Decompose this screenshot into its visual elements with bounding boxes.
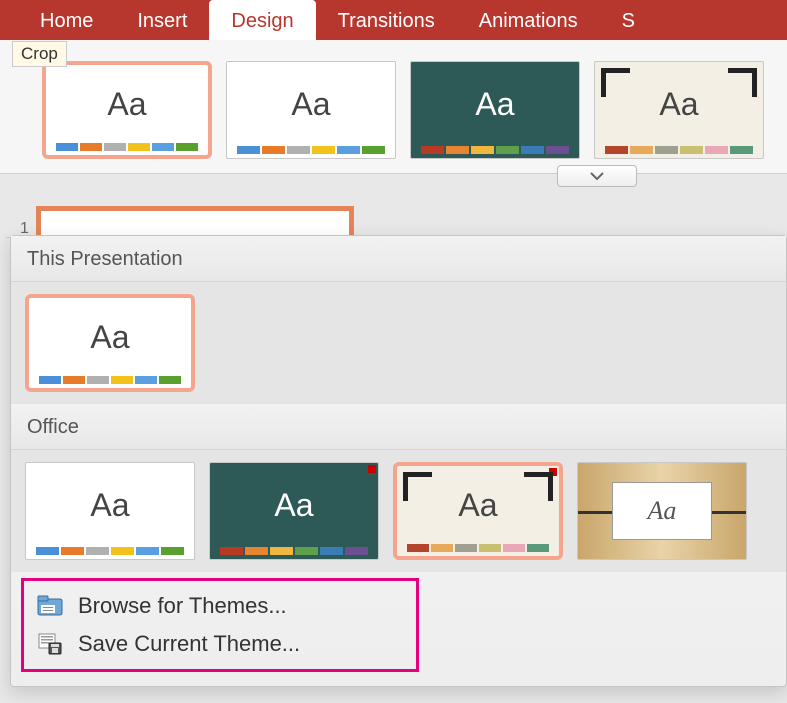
theme-preview-text: Aa [612, 482, 712, 540]
section-this-presentation-row: Aa [11, 282, 786, 404]
themes-gallery-row: Aa Aa Aa Aa [0, 40, 787, 174]
themes-expand-button[interactable] [557, 165, 637, 187]
tab-home[interactable]: Home [18, 0, 115, 40]
section-office: Office [11, 404, 786, 450]
browse-for-themes-menu[interactable]: Browse for Themes... [24, 587, 416, 625]
theme-current-presentation[interactable]: Aa [25, 294, 195, 392]
section-office-row: Aa Aa Aa Aa [11, 450, 786, 572]
chevron-down-icon [590, 171, 604, 181]
tab-animations[interactable]: Animations [457, 0, 600, 40]
theme-marker [368, 465, 376, 473]
save-icon [36, 632, 64, 656]
theme-preview-text: Aa [46, 65, 208, 143]
theme-preview-text: Aa [397, 466, 559, 544]
theme-swatches [46, 143, 208, 155]
theme-office-chalkboard[interactable]: Aa [209, 462, 379, 560]
theme-preview-text: Aa [26, 463, 194, 547]
theme-swatches [26, 547, 194, 559]
folder-icon [36, 594, 64, 618]
tab-design[interactable]: Design [209, 0, 315, 40]
theme-swatches [397, 544, 559, 556]
theme-marker [549, 468, 557, 476]
theme-preview-text: Aa [595, 62, 763, 146]
crop-tooltip: Crop [12, 41, 67, 67]
theme-office-default[interactable]: Aa [42, 61, 212, 159]
theme-office-1[interactable]: Aa [25, 462, 195, 560]
theme-office-frame[interactable]: Aa [393, 462, 563, 560]
theme-swatches [210, 547, 378, 559]
theme-preview-text: Aa [411, 62, 579, 146]
theme-preview-text: Aa [29, 298, 191, 376]
theme-preview-text: Aa [227, 62, 395, 146]
menu-label: Save Current Theme... [78, 631, 300, 657]
slide-thumbnail-panel: 1 [6, 198, 354, 238]
theme-swatches [411, 146, 579, 158]
tab-transitions[interactable]: Transitions [316, 0, 457, 40]
theme-preview-text: Aa [210, 463, 378, 547]
tab-insert[interactable]: Insert [115, 0, 209, 40]
save-current-theme-menu[interactable]: Save Current Theme... [24, 625, 416, 663]
theme-menu-actions-highlight: Browse for Themes... Save Current Theme.… [21, 578, 419, 672]
theme-swatches [227, 146, 395, 158]
theme-swatches [29, 376, 191, 388]
theme-swatches [595, 146, 763, 158]
themes-dropdown-panel: This Presentation Aa Office Aa Aa Aa Aa [10, 235, 787, 687]
theme-gallery-frame[interactable]: Aa [594, 61, 764, 159]
tab-slideshow-partial[interactable]: S [600, 0, 657, 40]
section-this-presentation: This Presentation [11, 236, 786, 282]
menu-label: Browse for Themes... [78, 593, 287, 619]
theme-office-wood[interactable]: Aa [577, 462, 747, 560]
theme-office-blue[interactable]: Aa [226, 61, 396, 159]
ribbon-tabs: Home Insert Design Transitions Animation… [0, 0, 787, 40]
theme-chalkboard[interactable]: Aa [410, 61, 580, 159]
